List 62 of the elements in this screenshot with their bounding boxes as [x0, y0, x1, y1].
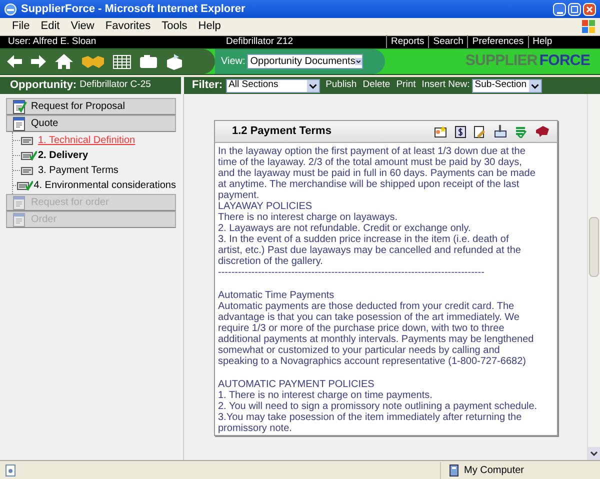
- document-text: --------------------------------------------------------------------------------: [218, 267, 486, 278]
- sidebar-item[interactable]: 4. Environmental considerations: [34, 178, 176, 193]
- document-text: 1. There is no interest charge on time payments.: [218, 390, 434, 401]
- insert-type-dropdown[interactable]: Sub-Section: [472, 78, 542, 92]
- action-link[interactable]: Delete: [362, 78, 390, 93]
- document-text: AUTOMATIC PAYMENT POLICIES: [218, 379, 376, 390]
- back-arrow-icon[interactable]: [7, 55, 22, 68]
- document-text: 3. In the event of a sudden price increase in the item (i.e. death of artist, etc.) Past due layaways may be cancelled and refunded at the discretion of the gallery.: [218, 234, 522, 267]
- user-name: User: Alfred E. Sloan: [8, 34, 98, 49]
- menu-item[interactable]: Favorites: [101, 18, 155, 35]
- document-text: Automatic payments are those deducted from your credit card. The advantage is that you can take posession of the art immediately. We require 1/3 or more of the purchase price down, with two to three additional payments at monthly intervals. Payments may be lengthened somewhat or customized to your particular needs by calling and speaking to a Novagraphics account representative (1-800-727-6682): [218, 301, 535, 367]
- menu-item[interactable]: Help: [194, 18, 225, 35]
- opportunity-name: Defibrillator C-25: [80, 78, 151, 92]
- scroll-down-icon[interactable]: [590, 451, 598, 456]
- section-filter-dropdown[interactable]: All Sections: [226, 78, 320, 92]
- document-text: 2. You will need to sign a promissory note outlining a payment schedule.: [218, 401, 538, 412]
- close-button[interactable]: [583, 2, 596, 16]
- action-link[interactable]: Publish: [326, 78, 357, 93]
- computer-icon: [449, 464, 461, 476]
- sidebar-item[interactable]: 3. Payment Terms: [38, 163, 118, 178]
- camera-icon[interactable]: [140, 55, 157, 68]
- box-icon[interactable]: [166, 54, 183, 70]
- stage-button[interactable]: Request for Proposal: [6, 98, 176, 115]
- vertical-scrollbar[interactable]: [587, 94, 600, 460]
- document-text: Automatic Time Payments: [218, 290, 336, 301]
- supplierforce-logo: SUPPLIERFORCE: [464, 51, 591, 72]
- document-text: There is no interest charge on layaways.: [218, 212, 399, 223]
- document-text: 3.You may take posession of the item immediately after returning the promissory note.: [218, 412, 523, 434]
- filter-label: Filter:: [192, 78, 223, 94]
- close-icon: [586, 6, 593, 12]
- status-text: My Computer: [464, 464, 524, 478]
- sidebar-item[interactable]: 2. Delivery: [38, 148, 88, 163]
- document-text: LAYAWAY POLICIES: [218, 201, 314, 212]
- maximize-button[interactable]: [568, 2, 581, 16]
- page-icon: [4, 464, 17, 476]
- menu-item[interactable]: File: [8, 18, 34, 35]
- spellcheck-icon[interactable]: [515, 126, 527, 138]
- scroll-thumb[interactable]: [589, 217, 599, 277]
- document-text: 2. Layaways are not refundable. Credit or exchange only.: [218, 223, 472, 234]
- document-text: In the layaway option the first payment of at least 1/3 down due at the time of the layaway. 2/3 of the total amount must be paid by 30 days, and the layaway must be paid in full in 60 days. Payments can be made at anytime. The merchandise will be shipped upon receipt of the last payment.: [218, 146, 536, 201]
- windows-logo-icon: [582, 20, 596, 33]
- insert-new-label: Insert New:: [422, 78, 470, 92]
- menu-item[interactable]: Edit: [36, 18, 64, 35]
- maximize-icon: [571, 6, 578, 12]
- document-edit-icon[interactable]: [474, 126, 486, 138]
- stage-button[interactable]: Quote: [6, 115, 176, 132]
- calendar-grid-icon[interactable]: [113, 54, 131, 68]
- dollar-document-icon[interactable]: [455, 126, 466, 138]
- forward-arrow-icon[interactable]: [31, 55, 46, 68]
- window-title: SupplierForce - Microsoft Internet Explorer: [21, 2, 246, 17]
- product-name: Defibrillator Z12: [226, 34, 294, 49]
- view-label: View:: [221, 55, 246, 69]
- minimize-button[interactable]: [553, 2, 566, 16]
- opportunity-label: Opportunity:: [10, 78, 77, 94]
- menu-item[interactable]: View: [66, 18, 98, 35]
- home-icon[interactable]: [55, 54, 73, 69]
- view-dropdown[interactable]: Opportunity Documents: [247, 54, 364, 69]
- minimize-icon: [556, 12, 562, 14]
- megaphone-icon[interactable]: [535, 126, 549, 137]
- menu-item[interactable]: Tools: [158, 18, 192, 35]
- document-title: 1.2 Payment Terms: [232, 124, 332, 140]
- action-link[interactable]: Print: [396, 78, 416, 93]
